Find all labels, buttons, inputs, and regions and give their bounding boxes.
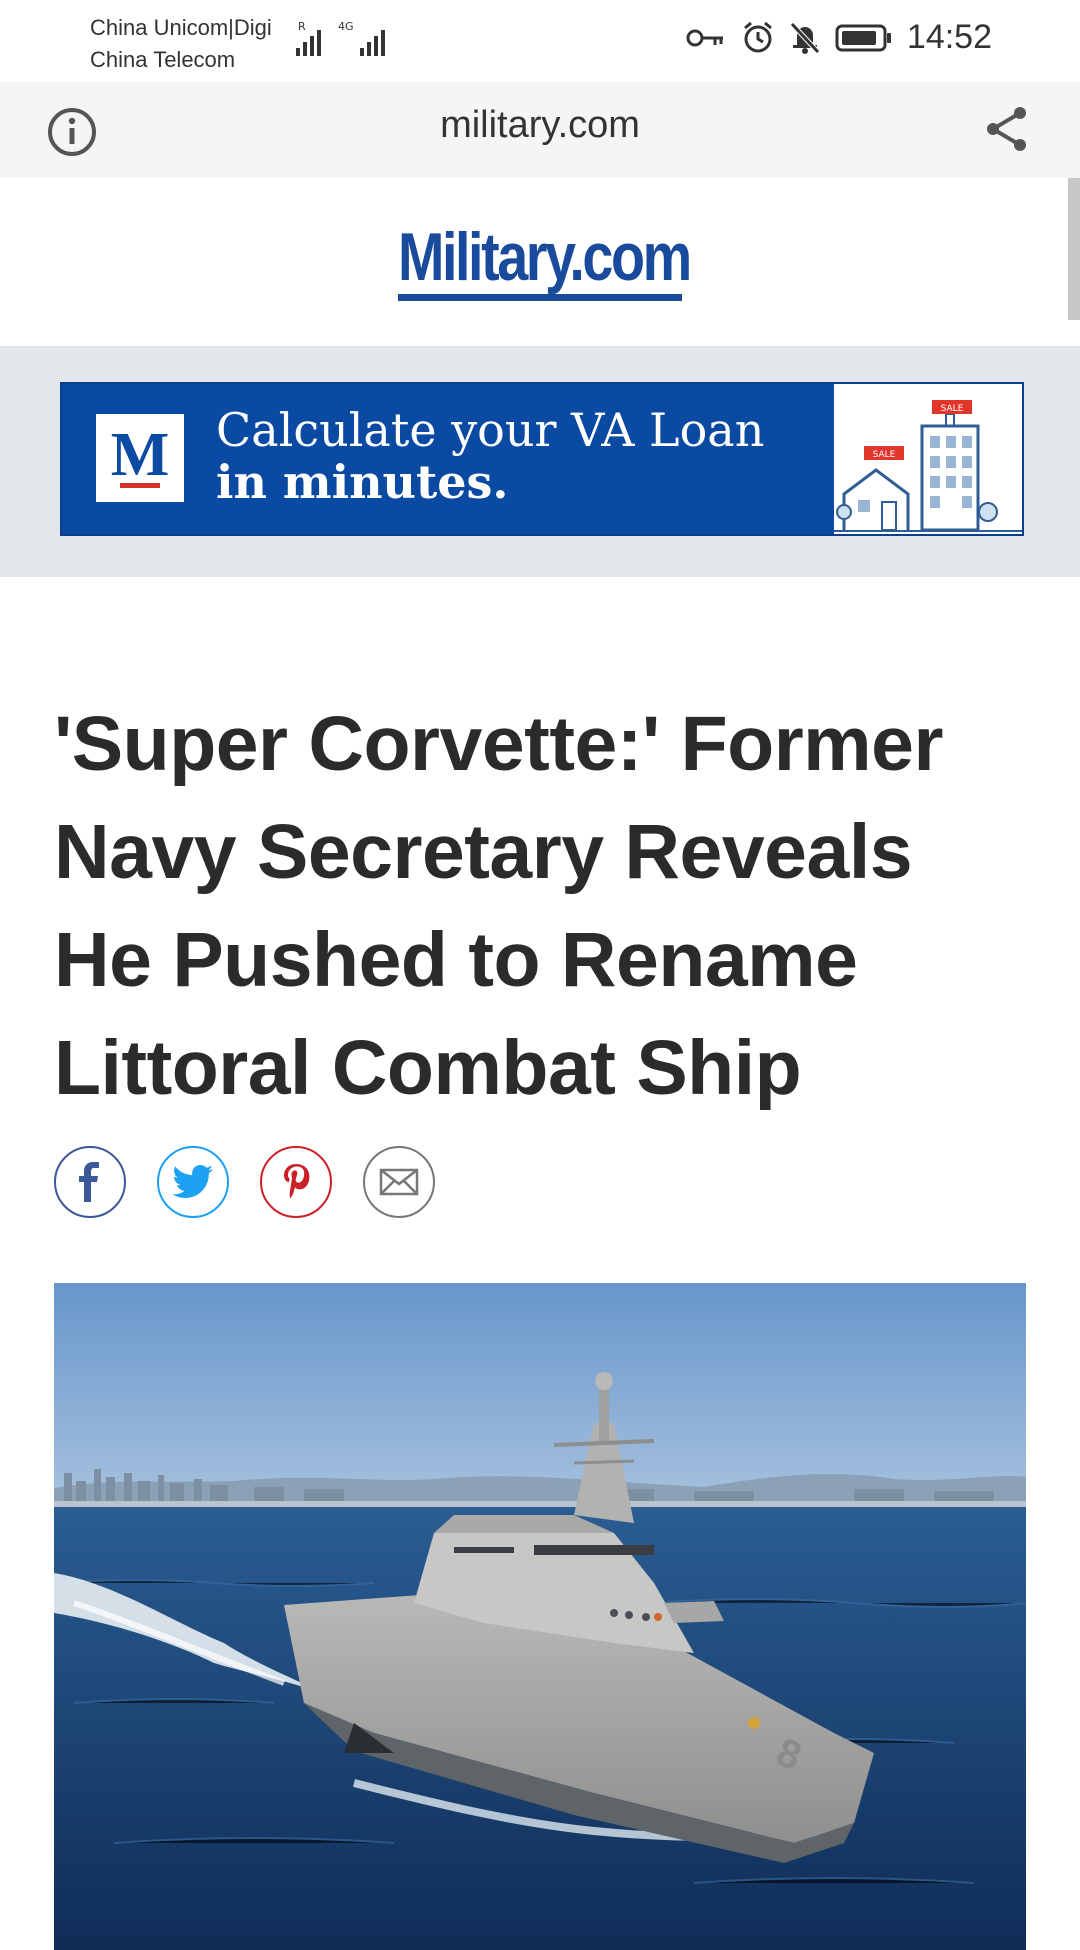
ad-logo-underline — [120, 483, 160, 488]
ad-logo-letter: M — [110, 421, 170, 489]
logo-underline — [398, 294, 682, 301]
pinterest-icon — [284, 1164, 310, 1199]
article-hero-image: 8 — [54, 1283, 1026, 1950]
pinterest-share-button[interactable] — [260, 1146, 332, 1218]
va-loan-ad-banner[interactable]: M Calculate your VA Loan in minutes. SAL… — [60, 382, 1024, 536]
site-logo[interactable]: Military.com — [398, 222, 754, 301]
sale-tag-2: SALE — [873, 450, 896, 460]
ad-line-1: Calculate your VA Loan — [216, 403, 765, 457]
mute-bell-icon — [790, 21, 820, 54]
scrollbar-thumb[interactable] — [1068, 178, 1080, 320]
ad-houses-illustration: SALE SALE — [834, 384, 1022, 534]
twitter-icon — [172, 1165, 213, 1198]
warship-photo: 8 — [54, 1283, 1026, 1950]
ad-container: M Calculate your VA Loan in minutes. SAL… — [0, 347, 1080, 577]
article-title: 'Super Corvette:' Former Navy Secretary … — [54, 701, 943, 1111]
share-buttons — [54, 1146, 435, 1218]
site-header: Military.com — [0, 178, 1080, 347]
url-domain[interactable]: military.com — [0, 104, 1080, 147]
facebook-share-button[interactable] — [54, 1146, 126, 1218]
twitter-share-button[interactable] — [157, 1146, 229, 1218]
ad-logo: M — [96, 414, 184, 502]
logo-text: Military.com — [398, 219, 692, 295]
ad-headline: Calculate your VA Loan in minutes. — [216, 404, 764, 508]
signal-1-icon: R — [296, 20, 330, 56]
carrier-1: China Unicom|Digi — [90, 15, 272, 40]
status-bar: China Unicom|Digi China Telecom R 4G 14:… — [0, 0, 1080, 82]
facebook-icon — [79, 1162, 99, 1202]
sale-tag-1: SALE — [941, 404, 964, 414]
battery-icon — [835, 24, 891, 51]
status-icons: 14:52 — [685, 18, 992, 57]
share-icon[interactable] — [984, 104, 1030, 154]
email-icon — [379, 1168, 419, 1196]
browser-url-bar: military.com — [0, 82, 1080, 178]
email-share-button[interactable] — [363, 1146, 435, 1218]
signal-2-icon: 4G — [338, 20, 394, 56]
alarm-icon — [743, 21, 772, 52]
vpn-key-icon — [686, 29, 723, 46]
carrier-2: China Telecom — [90, 47, 236, 72]
carrier-labels: China Unicom|Digi China Telecom — [90, 12, 272, 76]
clock: 14:52 — [906, 18, 992, 56]
ad-line-2: in minutes. — [216, 455, 509, 509]
